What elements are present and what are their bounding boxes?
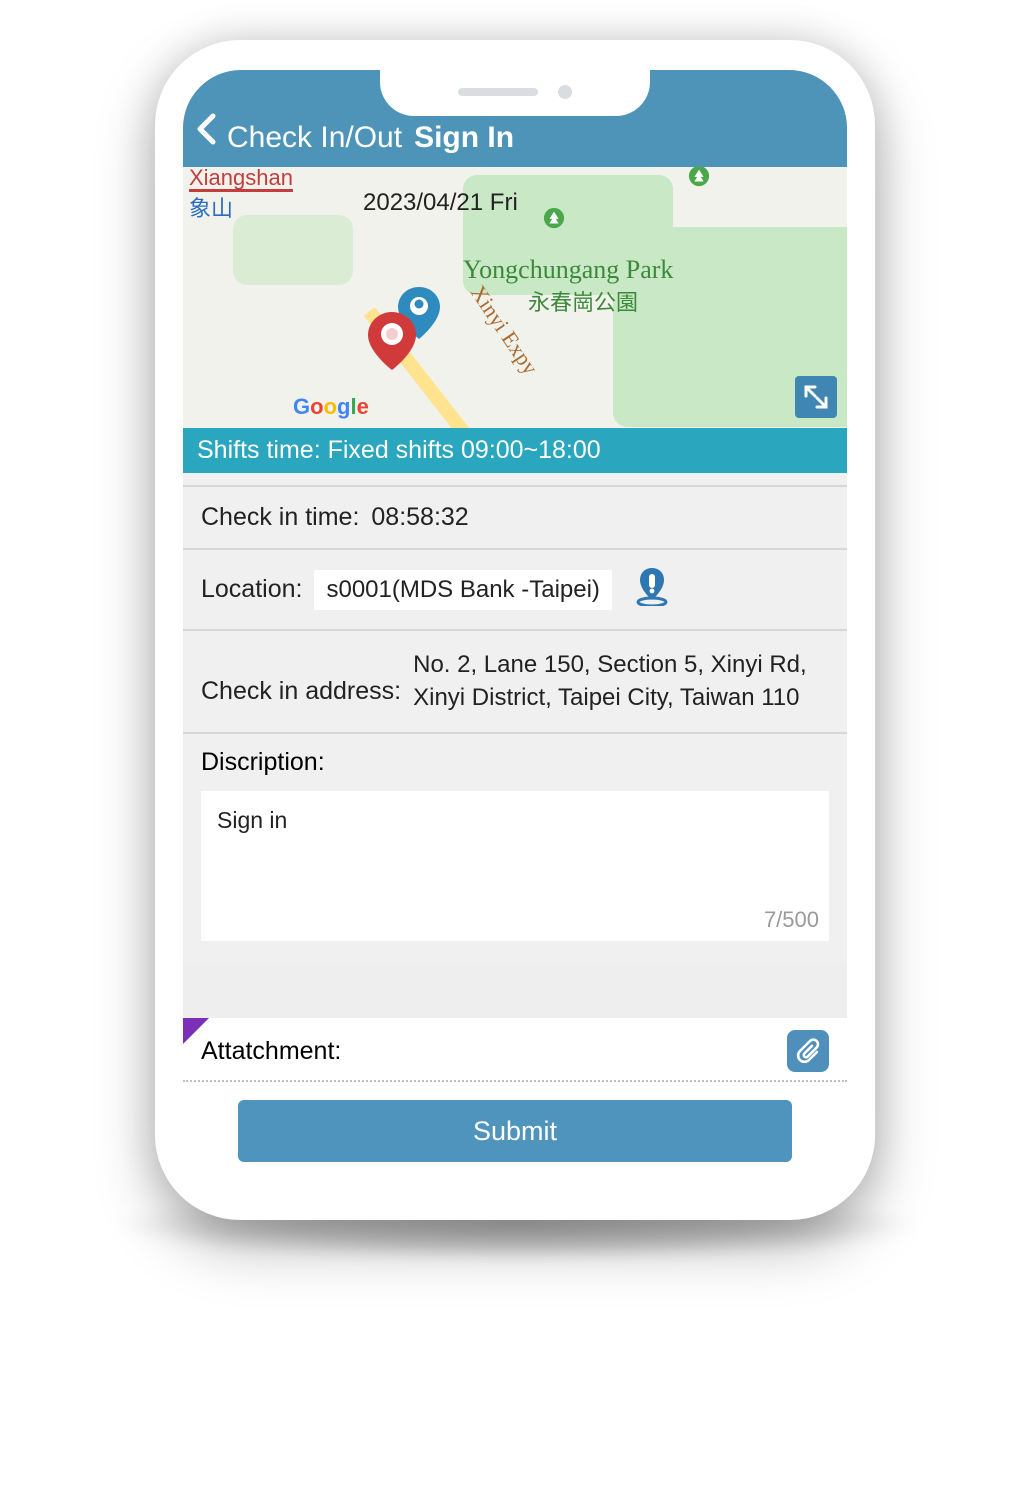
attachment-corner-decor	[183, 1018, 209, 1044]
checkin-time-row: Check in time: 08:58:32	[183, 485, 847, 550]
description-counter: 7/500	[764, 907, 819, 933]
location-pin-button[interactable]	[634, 566, 670, 613]
phone-notch	[380, 70, 650, 116]
tree-icon	[688, 167, 710, 187]
submit-bar: Submit	[183, 1082, 847, 1190]
description-label: Discription:	[201, 748, 829, 777]
submit-button[interactable]: Submit	[238, 1100, 792, 1162]
stage: Check In/Out Sign In Xiangshan 象山 2023/0…	[0, 0, 1034, 1492]
description-textarea[interactable]: Sign in 7/500	[201, 791, 829, 941]
location-label: Location:	[201, 575, 302, 604]
description-value: Sign in	[217, 807, 287, 833]
map-greenspace	[233, 215, 353, 285]
shifts-text: Shifts time: Fixed shifts 09:00~18:00	[197, 436, 601, 464]
park-label-ch: 永春崗公園	[528, 285, 638, 317]
park-label-en: Yongchungang Park	[463, 255, 673, 285]
location-row: Location: s0001(MDS Bank -Taipei)	[183, 550, 847, 631]
paperclip-icon	[795, 1038, 821, 1064]
tree-icon	[543, 207, 565, 229]
metro-station-label: Xiangshan 象山	[189, 167, 293, 223]
metro-station-ch: 象山	[189, 191, 293, 223]
shifts-banner: Shifts time: Fixed shifts 09:00~18:00	[183, 428, 847, 473]
attachment-add-button[interactable]	[787, 1030, 829, 1072]
address-label: Check in address:	[201, 677, 401, 706]
location-pin-icon	[634, 566, 670, 606]
form-rows: Check in time: 08:58:32 Location: s0001(…	[183, 473, 847, 963]
phone-frame: Check In/Out Sign In Xiangshan 象山 2023/0…	[155, 40, 875, 1220]
chevron-left-icon	[195, 113, 217, 145]
address-value: No. 2, Lane 150, Section 5, Xinyi Rd, Xi…	[413, 649, 829, 714]
map-fullscreen-button[interactable]	[795, 376, 837, 418]
address-row: Check in address: No. 2, Lane 150, Secti…	[183, 631, 847, 734]
checkin-time-label: Check in time:	[201, 503, 359, 532]
back-button[interactable]	[195, 113, 217, 153]
attachment-label: Attatchment:	[201, 1037, 341, 1066]
attachment-row: Attatchment:	[183, 1018, 847, 1082]
location-select[interactable]: s0001(MDS Bank -Taipei)	[314, 570, 611, 610]
nav-current-title: Sign In	[414, 121, 514, 155]
screen: Check In/Out Sign In Xiangshan 象山 2023/0…	[183, 70, 847, 1190]
nav-prev-title[interactable]: Check In/Out	[227, 121, 402, 155]
map-area[interactable]: Xiangshan 象山 2023/04/21 Fri Yongchungang…	[183, 167, 847, 428]
description-block: Discription: Sign in 7/500	[183, 734, 847, 963]
map-attribution: Google	[293, 394, 369, 420]
metro-station-en: Xiangshan	[189, 167, 293, 191]
section-gap	[183, 963, 847, 1018]
speaker-grill	[458, 88, 538, 96]
front-camera	[558, 85, 572, 99]
map-date-label: 2023/04/21 Fri	[363, 189, 518, 217]
expand-icon	[803, 384, 829, 410]
checkin-time-value: 08:58:32	[371, 503, 468, 532]
map-pin-primary-icon	[368, 312, 416, 375]
